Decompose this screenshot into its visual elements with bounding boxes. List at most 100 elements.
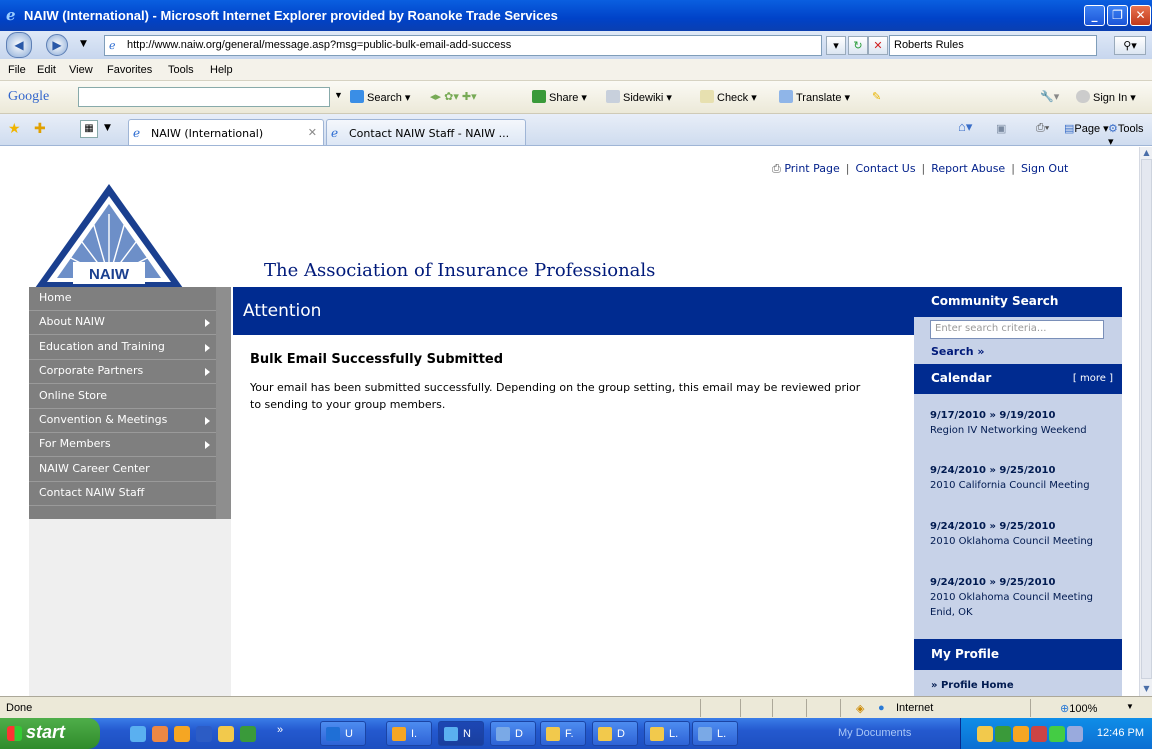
tab-naiw-international[interactable]: ℯ NAIW (International) ✕: [128, 119, 324, 145]
excel-quicklaunch-icon[interactable]: [240, 726, 256, 742]
report-abuse-link[interactable]: Report Abuse: [931, 162, 1005, 175]
menu-view[interactable]: View: [69, 64, 93, 76]
zone-text: Internet: [896, 702, 934, 714]
search-link[interactable]: Search »: [931, 345, 985, 358]
page-menu-button[interactable]: ▤Page ▾: [1064, 122, 1109, 135]
translate-button[interactable]: Translate ▾: [779, 90, 850, 104]
tray-security-icon[interactable]: [1031, 726, 1047, 742]
google-search-button[interactable]: Search ▾: [350, 90, 410, 104]
zoom-level[interactable]: ⊕100%: [1060, 702, 1097, 715]
sign-in-button[interactable]: Sign In ▾: [1076, 90, 1136, 104]
tray-network-icon[interactable]: [1049, 726, 1065, 742]
tab-contact-naiw-staff[interactable]: ℯ Contact NAIW Staff - NAIW ...: [326, 119, 526, 145]
menu-help[interactable]: Help: [210, 64, 233, 76]
start-button[interactable]: start: [0, 718, 100, 749]
search-icon[interactable]: ⚲▾: [1114, 36, 1146, 55]
calendar-event[interactable]: 9/24/2010 » 9/25/2010 2010 Oklahoma Counc…: [930, 519, 1115, 549]
tray-volume-icon[interactable]: [1067, 726, 1083, 742]
calendar-more-link[interactable]: [ more ]: [1073, 373, 1113, 384]
globe-icon: ●: [878, 702, 885, 714]
my-documents-toolbar[interactable]: My Documents: [838, 727, 911, 739]
add-favorites-icon[interactable]: ✚: [34, 121, 46, 137]
nav-item-naiw-career-center[interactable]: NAIW Career Center: [29, 458, 216, 482]
tools-menu-button[interactable]: ⚙Tools ▾: [1108, 122, 1152, 148]
folder-quicklaunch-icon[interactable]: [218, 726, 234, 742]
share-button[interactable]: Share ▾: [532, 90, 587, 104]
back-button[interactable]: ◀: [6, 32, 32, 58]
google-dropdown-icon[interactable]: ▼: [334, 90, 343, 100]
history-dropdown-icon[interactable]: ▼: [80, 39, 87, 49]
taskbar-button[interactable]: D: [592, 721, 638, 746]
vertical-scrollbar[interactable]: ▲ ▼: [1139, 147, 1152, 696]
spellcheck-button[interactable]: Check ▾: [700, 90, 757, 104]
print-page-link[interactable]: Print Page: [784, 162, 839, 175]
tray-app-icon[interactable]: [995, 726, 1011, 742]
quicklaunch-more-icon[interactable]: »: [277, 724, 283, 736]
home-icon[interactable]: ⌂▾: [958, 119, 972, 135]
stop-icon[interactable]: ✕: [868, 36, 888, 55]
community-search-input[interactable]: Enter search criteria...: [930, 320, 1104, 339]
highlighter-icon[interactable]: ✎: [872, 90, 881, 103]
naiw-logo[interactable]: NAIW: [33, 182, 185, 290]
nav-item-for-members[interactable]: For Members: [29, 433, 216, 458]
taskbar-button[interactable]: I.: [386, 721, 432, 746]
address-input[interactable]: ℯ http://www.naiw.org/general/message.as…: [104, 35, 822, 56]
favorites-star-icon[interactable]: ★: [8, 121, 21, 137]
scroll-thumb[interactable]: [1141, 159, 1152, 679]
forward-button[interactable]: ▶: [46, 34, 68, 56]
calendar-event[interactable]: 9/24/2010 » 9/25/2010 2010 California Cou…: [930, 463, 1115, 493]
message-title: Bulk Email Successfully Submitted: [250, 352, 504, 367]
gear-icon: ⚙: [1108, 123, 1118, 135]
outlook-quicklaunch-icon[interactable]: [174, 726, 190, 742]
sidewiki-button[interactable]: Sidewiki ▾: [606, 90, 672, 104]
tray-mail-icon[interactable]: [977, 726, 993, 742]
taskbar-button[interactable]: F.: [540, 721, 586, 746]
ie-quicklaunch-icon[interactable]: [130, 726, 146, 742]
close-tab-icon[interactable]: ✕: [308, 126, 317, 139]
taskbar-button[interactable]: D: [490, 721, 536, 746]
menu-file[interactable]: File: [8, 64, 26, 76]
live-search-input[interactable]: Roberts Rules: [889, 35, 1097, 56]
quicklaunch-app-icon[interactable]: [152, 726, 168, 742]
taskbar-button[interactable]: U: [320, 721, 366, 746]
tab-list-dropdown-icon[interactable]: ▼: [104, 123, 111, 133]
taskbar-button[interactable]: N: [438, 721, 484, 746]
community-search-title: Community Search: [931, 294, 1059, 308]
address-dropdown-button[interactable]: ▾: [826, 36, 846, 55]
menu-tools[interactable]: Tools: [168, 64, 194, 76]
calendar-event[interactable]: 9/17/2010 » 9/19/2010 Region IV Networkin…: [930, 408, 1115, 438]
menu-favorites[interactable]: Favorites: [107, 64, 152, 76]
toolbar-buttons-icon[interactable]: ◂▸ ✿▾ ✚▾: [430, 90, 477, 103]
nav-item-home[interactable]: Home: [29, 287, 216, 311]
wrench-icon[interactable]: 🔧▾: [1040, 90, 1059, 103]
close-button[interactable]: ✕: [1130, 5, 1151, 26]
restore-button[interactable]: ❐: [1107, 5, 1128, 26]
zoom-dropdown-icon[interactable]: ▼: [1126, 702, 1134, 711]
word-quicklaunch-icon[interactable]: [196, 726, 212, 742]
contact-us-link[interactable]: Contact Us: [855, 162, 915, 175]
profile-home-link[interactable]: » Profile Home: [931, 680, 1014, 691]
tray-outlook-icon[interactable]: [1013, 726, 1029, 742]
calendar-event[interactable]: 9/24/2010 » 9/25/2010 2010 Oklahoma Counc…: [930, 575, 1115, 620]
nav-item-education-and-training[interactable]: Education and Training: [29, 336, 216, 360]
nav-item-contact-naiw-staff[interactable]: Contact NAIW Staff: [29, 482, 216, 507]
google-search-input[interactable]: [78, 87, 330, 107]
nav-item-online-store[interactable]: Online Store: [29, 385, 216, 409]
nav-item-about-naiw[interactable]: About NAIW: [29, 311, 216, 336]
print-icon[interactable]: ⎙▾: [1036, 122, 1049, 135]
minimize-button[interactable]: _: [1084, 5, 1105, 26]
quick-tabs-icon[interactable]: ▦: [80, 120, 98, 138]
sign-in-icon: [1076, 90, 1090, 103]
taskbar-button[interactable]: L.: [692, 721, 738, 746]
nav-item-label: For Members: [39, 437, 111, 451]
nav-item-convention-meetings[interactable]: Convention & Meetings: [29, 409, 216, 433]
system-tray: 12:46 PM: [960, 718, 1152, 749]
sign-out-link[interactable]: Sign Out: [1021, 162, 1068, 175]
refresh-icon[interactable]: ↻: [848, 36, 868, 55]
menu-edit[interactable]: Edit: [37, 64, 56, 76]
feeds-icon[interactable]: ▣: [996, 122, 1006, 135]
scroll-down-icon[interactable]: ▼: [1141, 683, 1152, 694]
scroll-up-icon[interactable]: ▲: [1141, 147, 1152, 158]
nav-item-corporate-partners[interactable]: Corporate Partners: [29, 360, 216, 385]
taskbar-button[interactable]: L.: [644, 721, 690, 746]
